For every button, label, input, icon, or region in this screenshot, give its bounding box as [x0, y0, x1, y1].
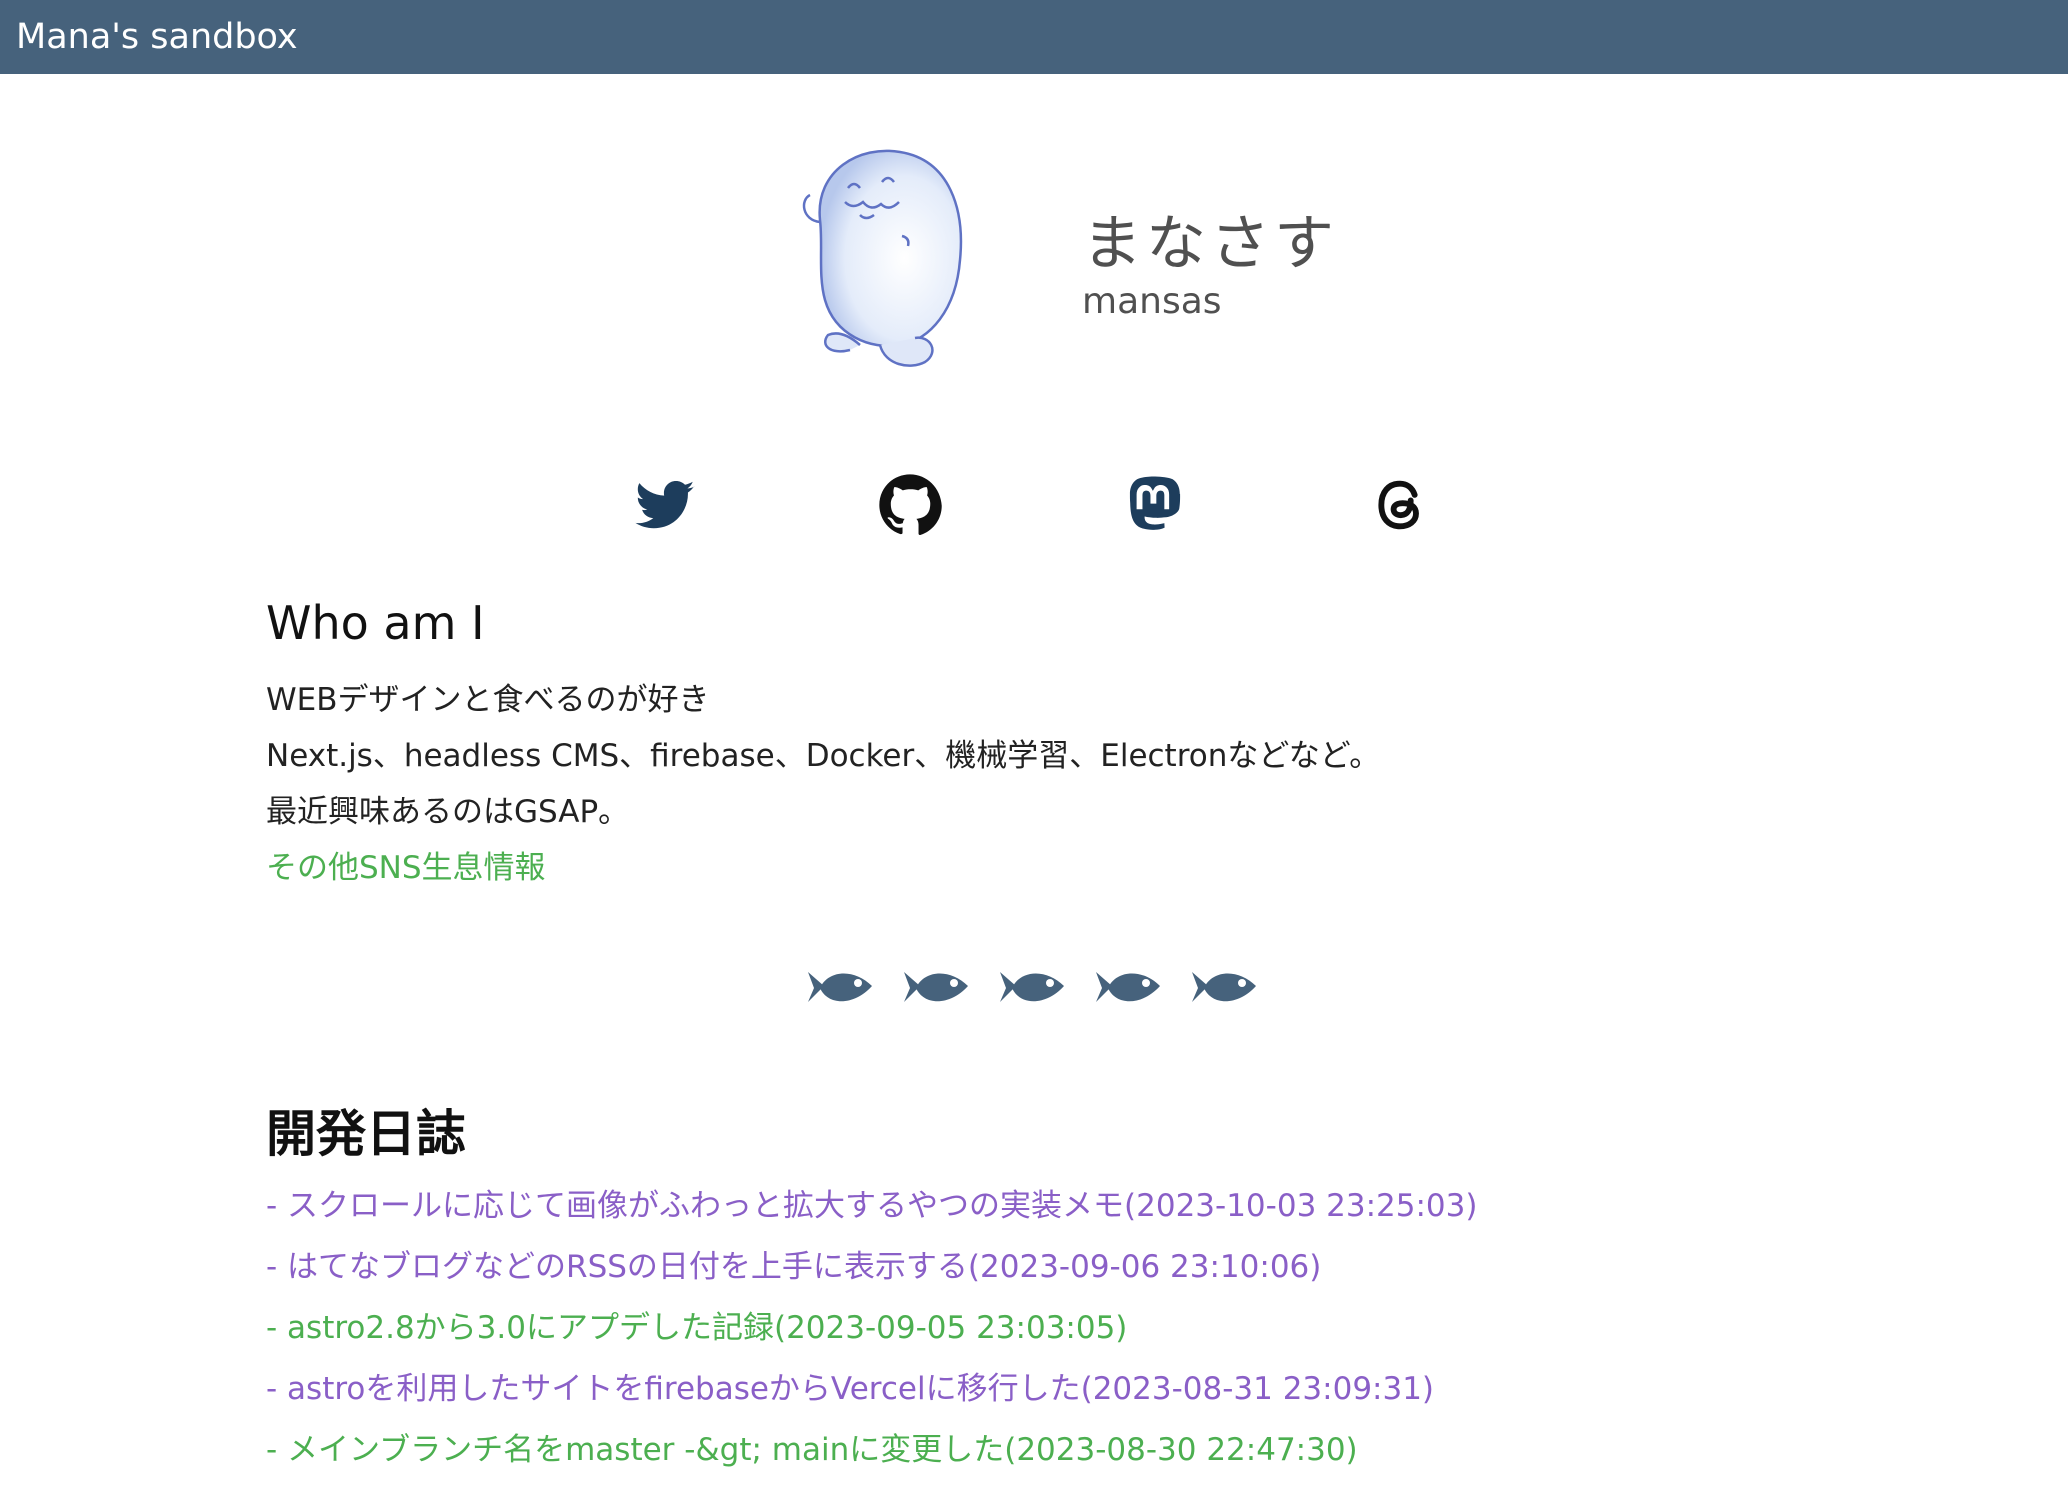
- github-icon: [879, 474, 942, 536]
- site-title[interactable]: Mana's sandbox: [16, 17, 298, 57]
- mastodon-icon: [1129, 476, 1181, 530]
- threads-icon: [1378, 480, 1419, 530]
- fish-icon: [1000, 972, 1064, 1002]
- twitter-link[interactable]: [630, 470, 700, 540]
- fish-icon: [1192, 972, 1256, 1002]
- fish-icon: [808, 972, 872, 1002]
- fish-icon: [904, 972, 968, 1002]
- diary-link[interactable]: - スクロールに応じて画像がふわっと拡大するやつの実装メモ(2023-10-03…: [266, 1176, 1477, 1237]
- sns-links: [630, 470, 1430, 540]
- fish-icon: [1096, 972, 1160, 1002]
- profile-card: まなさす mansas: [790, 140, 1350, 380]
- who-am-i-heading: Who am I: [266, 596, 485, 650]
- site-header: Mana's sandbox: [0, 0, 2068, 74]
- mastodon-link[interactable]: [1120, 470, 1190, 540]
- who-am-i-body: WEBデザインと食べるのが好き Next.js、headless CMS、fir…: [266, 672, 1380, 896]
- seal-avatar-icon: [802, 149, 963, 367]
- profile-names: まなさす mansas: [1082, 208, 1338, 324]
- threads-link[interactable]: [1365, 470, 1435, 540]
- diary-link[interactable]: - メインブランチ名をmaster -&gt; mainに変更した(2023-0…: [266, 1420, 1477, 1481]
- github-link[interactable]: [875, 470, 945, 540]
- diary-link[interactable]: - はてなブログなどのRSSの日付を上手に表示する(2023-09-06 23:…: [266, 1237, 1477, 1298]
- dev-diary-heading: 開発日誌: [266, 1105, 466, 1163]
- twitter-icon: [635, 481, 695, 529]
- who-line-3: 最近興味あるのはGSAP。: [266, 794, 630, 830]
- sns-info-link[interactable]: その他SNS生息情報: [266, 840, 1380, 896]
- profile-name-jp: まなさす: [1082, 209, 1338, 279]
- profile-name-en: mansas: [1082, 281, 1222, 322]
- fish-divider: [806, 962, 1266, 1014]
- who-line-2: Next.js、headless CMS、firebase、Docker、機械学…: [266, 738, 1381, 774]
- who-line-1: WEBデザインと食べるのが好き: [266, 682, 710, 718]
- diary-link[interactable]: - astro2.8から3.0にアプデした記録(2023-09-05 23:03…: [266, 1298, 1477, 1359]
- dev-diary-list: - スクロールに応じて画像がふわっと拡大するやつの実装メモ(2023-10-03…: [266, 1176, 1477, 1481]
- diary-link[interactable]: - astroを利用したサイトをfirebaseからVercelに移行した(20…: [266, 1359, 1477, 1420]
